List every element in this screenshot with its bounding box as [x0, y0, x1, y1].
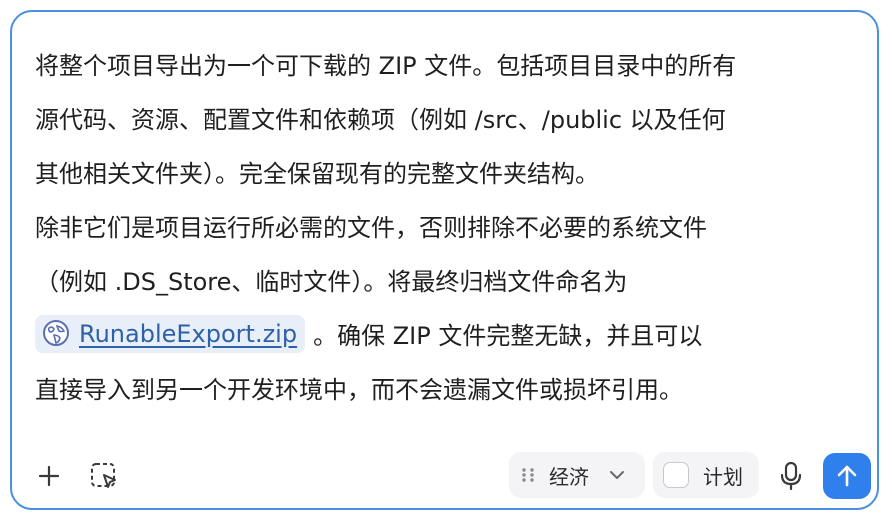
composer-toolbar: 经济 计划 [12, 452, 877, 502]
file-reference-name: RunableExport.zip [79, 320, 298, 348]
prompt-composer[interactable]: 将整个项目导出为一个可下载的 ZIP 文件。包括项目目录中的所有 源代码、资源、… [10, 10, 879, 510]
microphone-icon [780, 461, 802, 491]
mode-select[interactable]: 经济 [509, 452, 645, 498]
region-select-icon [91, 463, 116, 488]
globe-icon [43, 320, 69, 346]
region-select-button[interactable] [86, 456, 122, 496]
add-attachment-button[interactable] [34, 456, 64, 496]
grip-dots-icon [522, 468, 534, 482]
prompt-line: 直接导入到另一个开发环境中，而不会遗漏文件或损坏引用。 [35, 376, 683, 404]
file-reference-chip[interactable]: RunableExport.zip [35, 315, 306, 353]
plan-toggle[interactable]: 计划 [653, 452, 759, 498]
prompt-line: 除非它们是项目运行所必需的文件，否则排除不必要的系统文件 [35, 214, 707, 242]
prompt-line: RunableExport.zip 。确保 ZIP 文件完整无缺，并且可以 [35, 309, 863, 363]
arrow-up-icon [837, 465, 857, 487]
plan-label: 计划 [703, 464, 743, 489]
prompt-line: 其他相关文件夹）。完全保留现有的完整文件夹结构。 [35, 160, 599, 188]
prompt-line: 源代码、资源、配置文件和依赖项（例如 /src、/public 以及任何 [35, 106, 726, 134]
prompt-line: （例如 .DS_Store、临时文件）。将最终归档文件命名为 [35, 268, 628, 296]
voice-input-button[interactable] [778, 456, 804, 496]
send-button[interactable] [823, 453, 871, 499]
plan-checkbox[interactable] [663, 462, 689, 488]
prompt-line: 将整个项目导出为一个可下载的 ZIP 文件。包括项目目录中的所有 [35, 52, 737, 80]
prompt-textarea[interactable]: 将整个项目导出为一个可下载的 ZIP 文件。包括项目目录中的所有 源代码、资源、… [35, 39, 863, 417]
mode-select-value: 经济 [549, 464, 589, 489]
plus-icon [38, 465, 60, 487]
prompt-line-tail: 。确保 ZIP 文件完整无缺，并且可以 [313, 322, 703, 350]
chevron-down-icon [610, 471, 624, 479]
